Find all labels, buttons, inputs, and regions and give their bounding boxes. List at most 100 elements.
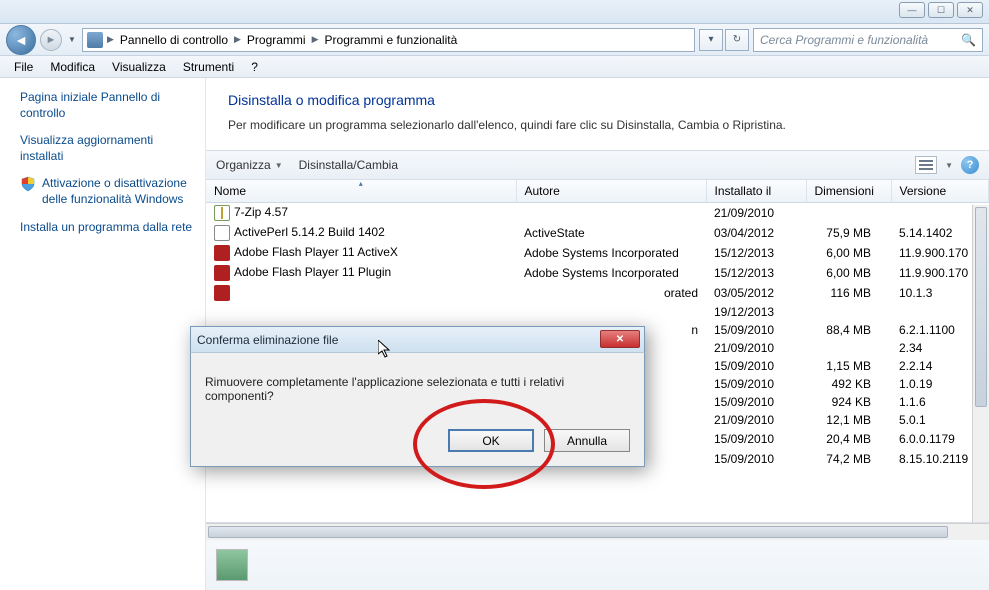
confirm-dialog: Conferma eliminazione file ✕ Rimuovere c… [190, 326, 645, 467]
program-name: Adobe Flash Player 11 ActiveX [234, 245, 398, 259]
nav-back-button[interactable]: ◄ [6, 25, 36, 55]
program-size: 75,9 MB [806, 223, 891, 243]
program-size: 88,4 MB [806, 321, 891, 339]
program-author: orated [516, 283, 706, 303]
dialog-cancel-button[interactable]: Annulla [544, 429, 630, 452]
program-icon [214, 205, 230, 221]
col-header-author[interactable]: Autore [516, 180, 706, 203]
program-size: 20,4 MB [806, 429, 891, 449]
table-row[interactable]: Adobe Flash Player 11 ActiveX Adobe Syste… [206, 243, 989, 263]
scrollbar-thumb[interactable] [208, 526, 948, 538]
program-installed: 15/09/2010 [706, 357, 806, 375]
window-minimize-button[interactable]: — [899, 2, 925, 18]
program-installed: 15/09/2010 [706, 449, 806, 469]
program-installed: 15/09/2010 [706, 375, 806, 393]
table-row[interactable]: 19/12/2013 [206, 303, 989, 321]
chevron-right-icon: ▶ [105, 34, 116, 45]
window-titlebar: — ☐ ✕ [0, 0, 989, 24]
scrollbar-thumb[interactable] [975, 207, 987, 407]
breadcrumb-item[interactable]: Pannello di controllo [118, 33, 230, 47]
sidebar-link-updates[interactable]: Visualizza aggiornamenti installati [20, 133, 197, 164]
page-title: Disinstalla o modifica programma [228, 92, 967, 108]
program-author [516, 303, 706, 321]
view-options-button[interactable] [915, 156, 937, 174]
menu-help[interactable]: ? [243, 57, 266, 77]
breadcrumb[interactable]: ▶ Pannello di controllo ▶ Programmi ▶ Pr… [82, 28, 695, 52]
control-panel-icon [87, 32, 103, 48]
vertical-scrollbar[interactable] [972, 205, 989, 522]
program-name: Adobe Flash Player 11 Plugin [234, 265, 391, 279]
program-installed: 21/09/2010 [706, 203, 806, 224]
breadcrumb-item[interactable]: Programmi [245, 33, 308, 47]
program-author: Adobe Systems Incorporated [516, 243, 706, 263]
table-row[interactable]: orated03/05/2012116 MB10.1.3 [206, 283, 989, 303]
col-header-size[interactable]: Dimensioni [806, 180, 891, 203]
program-size: 6,00 MB [806, 263, 891, 283]
program-author: ActiveState [516, 223, 706, 243]
toolbar: Organizza▼ Disinstalla/Cambia ▼ ? [206, 150, 989, 180]
sidebar-link-windows-features[interactable]: Attivazione o disattivazione delle funzi… [20, 176, 197, 207]
table-row[interactable]: Adobe Flash Player 11 PluginAdobe System… [206, 263, 989, 283]
window-maximize-button[interactable]: ☐ [928, 2, 954, 18]
address-bar-row: ◄ ► ▼ ▶ Pannello di controllo ▶ Programm… [0, 24, 989, 56]
col-header-version[interactable]: Versione [891, 180, 989, 203]
chevron-right-icon: ▶ [232, 34, 243, 45]
chevron-right-icon: ▶ [310, 34, 321, 45]
table-row[interactable]: 7-Zip 4.57 21/09/2010 [206, 203, 989, 224]
dialog-close-button[interactable]: ✕ [600, 330, 640, 348]
program-installed: 15/09/2010 [706, 429, 806, 449]
menu-edit[interactable]: Modifica [42, 57, 103, 77]
program-icon [214, 245, 230, 261]
program-name: 7-Zip 4.57 [234, 205, 288, 219]
dialog-message: Rimuovere completamente l'applicazione s… [205, 375, 630, 403]
program-installed: 21/09/2010 [706, 339, 806, 357]
program-name: ActivePerl 5.14.2 Build 1402 [234, 225, 385, 239]
window-close-button[interactable]: ✕ [957, 2, 983, 18]
dialog-title: Conferma eliminazione file [197, 333, 338, 347]
organize-button[interactable]: Organizza▼ [216, 158, 283, 172]
program-author [516, 203, 706, 224]
dialog-ok-button[interactable]: OK [448, 429, 534, 452]
table-row[interactable]: ActivePerl 5.14.2 Build 1402 ActiveState0… [206, 223, 989, 243]
sidebar-link-home[interactable]: Pagina iniziale Pannello di controllo [20, 90, 197, 121]
program-size: 492 KB [806, 375, 891, 393]
program-installed: 03/05/2012 [706, 283, 806, 303]
program-installed: 21/09/2010 [706, 411, 806, 429]
program-installed: 03/04/2012 [706, 223, 806, 243]
nav-forward-button[interactable]: ► [40, 29, 62, 51]
menu-view[interactable]: Visualizza [104, 57, 174, 77]
dialog-titlebar[interactable]: Conferma eliminazione file ✕ [190, 326, 645, 353]
sidebar-link-network-install[interactable]: Installa un programma dalla rete [20, 220, 197, 236]
search-input[interactable]: Cerca Programmi e funzionalità 🔍 [753, 28, 983, 52]
program-size [806, 339, 891, 357]
menu-tools[interactable]: Strumenti [175, 57, 242, 77]
uninstall-change-button[interactable]: Disinstalla/Cambia [299, 158, 398, 172]
refresh-button[interactable]: ↻ [725, 29, 749, 51]
details-pane [206, 540, 989, 590]
nav-history-dropdown[interactable]: ▼ [66, 28, 78, 52]
program-size [806, 303, 891, 321]
col-header-installed[interactable]: Installato il [706, 180, 806, 203]
program-icon [214, 285, 230, 301]
menu-file[interactable]: File [6, 57, 41, 77]
chevron-down-icon[interactable]: ▼ [945, 161, 953, 170]
sidebar: Pagina iniziale Pannello di controllo Vi… [0, 78, 206, 590]
help-icon[interactable]: ? [961, 156, 979, 174]
menu-bar: File Modifica Visualizza Strumenti ? [0, 56, 989, 78]
program-size: 12,1 MB [806, 411, 891, 429]
program-installed: 15/09/2010 [706, 393, 806, 411]
breadcrumb-dropdown[interactable]: ▾ [699, 29, 723, 51]
col-header-name[interactable]: Nome [206, 180, 516, 203]
program-size: 116 MB [806, 283, 891, 303]
program-installed: 15/12/2013 [706, 263, 806, 283]
breadcrumb-item[interactable]: Programmi e funzionalità [323, 33, 460, 47]
program-size: 1,15 MB [806, 357, 891, 375]
search-icon: 🔍 [961, 33, 976, 47]
horizontal-scrollbar[interactable] [206, 523, 989, 540]
shield-icon [20, 176, 36, 192]
program-size: 6,00 MB [806, 243, 891, 263]
program-installed: 15/12/2013 [706, 243, 806, 263]
program-installed: 15/09/2010 [706, 321, 806, 339]
program-size: 924 KB [806, 393, 891, 411]
program-icon [214, 265, 230, 281]
